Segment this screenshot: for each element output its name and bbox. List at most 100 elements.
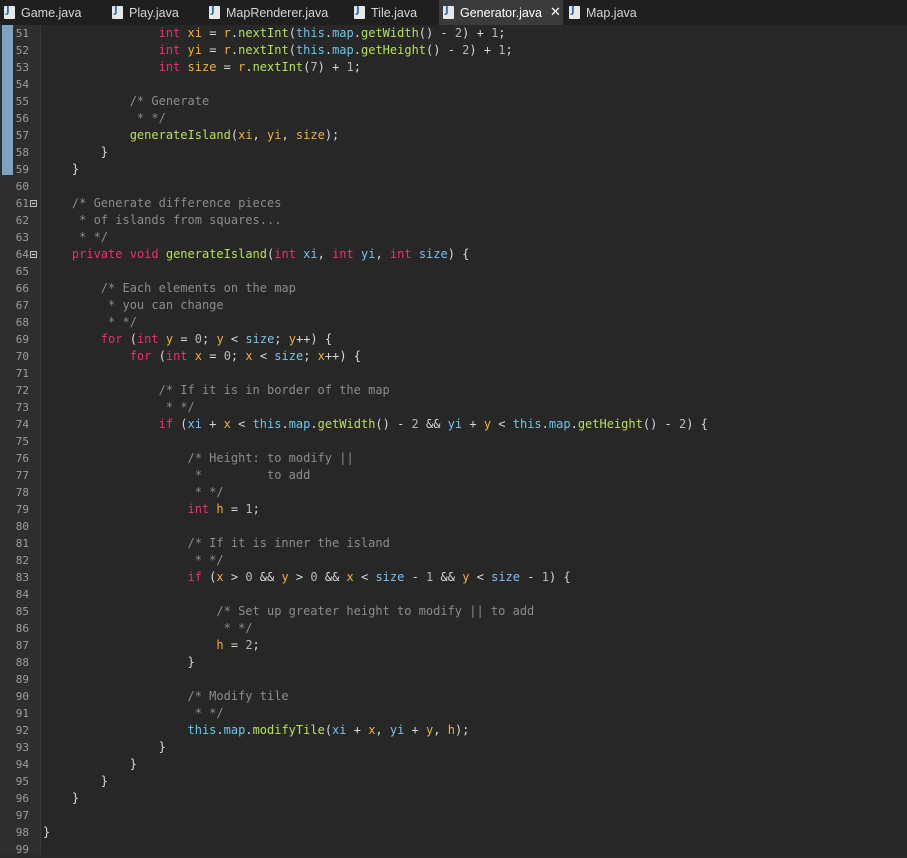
line-number: 68 (15, 316, 29, 329)
code-token: generateIsland (129, 128, 231, 142)
code-token: size (245, 332, 275, 346)
code-token: . (541, 417, 549, 431)
tab-play-java[interactable]: Play.java (108, 0, 202, 25)
code-line: 89 (0, 671, 907, 688)
line-number: 53 (15, 61, 29, 74)
code-token: generateIsland (165, 247, 268, 261)
tab-generator-java[interactable]: Generator.java ✕ (439, 0, 563, 25)
code-token: ; (353, 60, 361, 74)
code-editor[interactable]: 51 int xi = r.nextInt(this.map.getWidth(… (0, 25, 907, 858)
code-token: < (353, 570, 376, 584)
line-number: 76 (15, 452, 29, 465)
code-token: = (216, 60, 239, 74)
code-token: size (418, 247, 448, 261)
line-number: 77 (15, 469, 29, 482)
code-token: . (324, 43, 333, 57)
code-line: 78 * */ (0, 484, 907, 501)
line-code: * */ (43, 229, 108, 246)
java-file-icon (4, 5, 15, 19)
code-token: () - (426, 43, 463, 57)
line-number: 78 (15, 486, 29, 499)
code-token: () - (642, 417, 679, 431)
code-line: 79 int h = 1; (0, 501, 907, 518)
line-code: /* Generate difference pieces (43, 195, 282, 212)
tab-map-java[interactable]: Map.java (565, 0, 655, 25)
code-token: } (43, 774, 109, 788)
code-token: ++) { (295, 332, 333, 346)
code-token: () - (375, 417, 412, 431)
code-line: 59 } (0, 161, 907, 178)
line-code: for (int y = 0; y < size; y++) { (43, 331, 332, 348)
code-token: this (187, 723, 217, 737)
line-number: 56 (15, 112, 29, 125)
code-line: 65 (0, 263, 907, 280)
code-line: 99 (0, 841, 907, 858)
line-code: for (int x = 0; x < size; x++) { (43, 348, 361, 365)
close-icon[interactable]: ✕ (550, 5, 561, 20)
code-line: 94 } (0, 756, 907, 773)
line-number: 83 (15, 571, 29, 584)
line-code: /* Modify tile (43, 688, 289, 705)
line-number: 73 (15, 401, 29, 414)
code-token: h (216, 502, 224, 516)
tab-maprenderer-java[interactable]: MapRenderer.java (205, 0, 345, 25)
code-token: size (187, 60, 217, 74)
code-token: ; (498, 26, 506, 40)
line-code: * */ (43, 110, 166, 127)
line-code: /* Generate (43, 93, 209, 110)
code-token: h (216, 638, 224, 652)
line-number: 63 (15, 231, 29, 244)
line-code: } (43, 144, 108, 161)
code-token: + (346, 723, 369, 737)
code-line: 87 h = 2; (0, 637, 907, 654)
line-code: } (43, 739, 166, 756)
code-token: , (433, 723, 448, 737)
line-code: generateIsland(xi, yi, size); (43, 127, 340, 144)
code-token: for (129, 349, 152, 363)
tab-tile-java[interactable]: Tile.java (350, 0, 436, 25)
code-token: = (202, 349, 224, 363)
line-number: 95 (15, 775, 29, 788)
code-token: map (548, 417, 571, 431)
code-token: 1 (541, 570, 549, 584)
code-token: /* If it is inner the island (187, 536, 390, 550)
code-token: , (252, 128, 267, 142)
java-file-icon (443, 5, 454, 19)
code-line: 92 this.map.modifyTile(xi + x, yi + y, h… (0, 722, 907, 739)
code-token: ) + (317, 60, 347, 74)
line-code: /* Set up greater height to modify || to… (43, 603, 534, 620)
code-token: this (252, 417, 282, 431)
code-token: yi (187, 43, 202, 57)
line-number: 69 (15, 333, 29, 346)
line-number: 74 (15, 418, 29, 431)
line-number: 67 (15, 299, 29, 312)
tab-label: Tile.java (371, 5, 418, 20)
line-number: 90 (15, 690, 29, 703)
code-line: 75 (0, 433, 907, 450)
code-token: * to add (194, 468, 311, 482)
line-code: } (43, 824, 50, 841)
line-code: if (x > 0 && y > 0 && x < size - 1 && y … (43, 569, 571, 586)
code-token: 2 (245, 638, 253, 652)
tab-game-java[interactable]: Game.java (0, 0, 108, 25)
code-token: ( (288, 26, 296, 40)
tab-label: Map.java (586, 5, 637, 20)
code-token: x (346, 570, 354, 584)
line-number: 94 (15, 758, 29, 771)
code-token: 2 (411, 417, 419, 431)
code-token: && (317, 570, 347, 584)
code-token: map (332, 43, 354, 57)
code-token: < (252, 349, 275, 363)
code-token: > (288, 570, 311, 584)
